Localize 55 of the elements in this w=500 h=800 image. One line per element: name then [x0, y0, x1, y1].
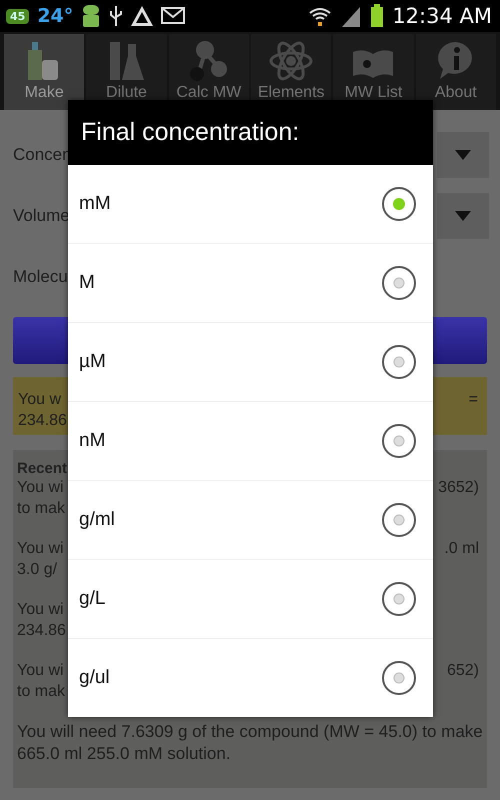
field-label: Molecu	[13, 266, 68, 286]
radio-button[interactable]	[381, 581, 417, 617]
tab[interactable]: Make	[4, 34, 84, 110]
option-label: g/L	[79, 588, 106, 610]
history-text: 3652)	[438, 478, 479, 496]
battery-badge: 45	[6, 8, 30, 24]
field-label: Volume	[13, 206, 70, 226]
dropdown-arrow-icon	[455, 150, 471, 160]
mail-icon	[161, 6, 188, 26]
battery-icon	[370, 4, 384, 28]
option-row[interactable]: M	[68, 244, 433, 323]
temperature: 24°	[37, 5, 74, 27]
radio-button[interactable]	[381, 344, 417, 380]
history-text: You wi	[17, 540, 64, 558]
history-text: You will need 7.6309 g of the compound (MW = 45.0) to make 665.0 ml 255.0 mM solution.	[17, 721, 483, 765]
option-row[interactable]: mM	[68, 165, 433, 244]
history-text: to mak	[17, 500, 66, 518]
recent-title: Recent	[17, 460, 68, 477]
dropdown-button[interactable]	[437, 132, 489, 178]
option-label: mM	[79, 193, 111, 215]
result-text: 234.86	[18, 412, 67, 430]
robot-icon	[81, 3, 102, 29]
wifi-icon	[308, 5, 332, 27]
clock: 12:34 AM	[392, 4, 492, 28]
option-label: g/ul	[79, 667, 110, 689]
tab[interactable]: About	[416, 34, 496, 110]
radio-button[interactable]	[381, 265, 417, 301]
radio-button[interactable]	[381, 186, 417, 222]
radio-button[interactable]	[381, 502, 417, 538]
history-text: 652)	[446, 662, 479, 680]
history-text: 3.0 g/	[17, 560, 58, 578]
option-label: nM	[79, 430, 106, 452]
option-label: g/ml	[79, 509, 115, 531]
history-text: .0 ml	[444, 540, 479, 558]
signal-icon	[340, 5, 362, 27]
history-text: You wi	[17, 662, 64, 680]
radio-button[interactable]	[381, 660, 417, 696]
result-text: =	[468, 390, 478, 408]
option-row[interactable]: g/ul	[68, 639, 433, 717]
result-text: You w	[18, 390, 61, 408]
dropdown-arrow-icon	[455, 210, 471, 220]
option-row[interactable]: g/L	[68, 560, 433, 639]
option-label: M	[79, 272, 95, 294]
dialog-title: Final concentration:	[68, 100, 433, 165]
option-row[interactable]: µM	[68, 323, 433, 402]
option-label: µM	[79, 351, 106, 373]
dropdown-button[interactable]	[437, 192, 489, 238]
usb-icon	[109, 5, 124, 27]
history-text: You wi	[17, 600, 64, 618]
option-row[interactable]: nM	[68, 402, 433, 481]
option-row[interactable]: g/ml	[68, 481, 433, 560]
history-text: You wi	[17, 478, 64, 496]
radio-button[interactable]	[381, 423, 417, 459]
history-text: 234.86	[17, 622, 66, 640]
history-text: to mak	[17, 682, 66, 700]
